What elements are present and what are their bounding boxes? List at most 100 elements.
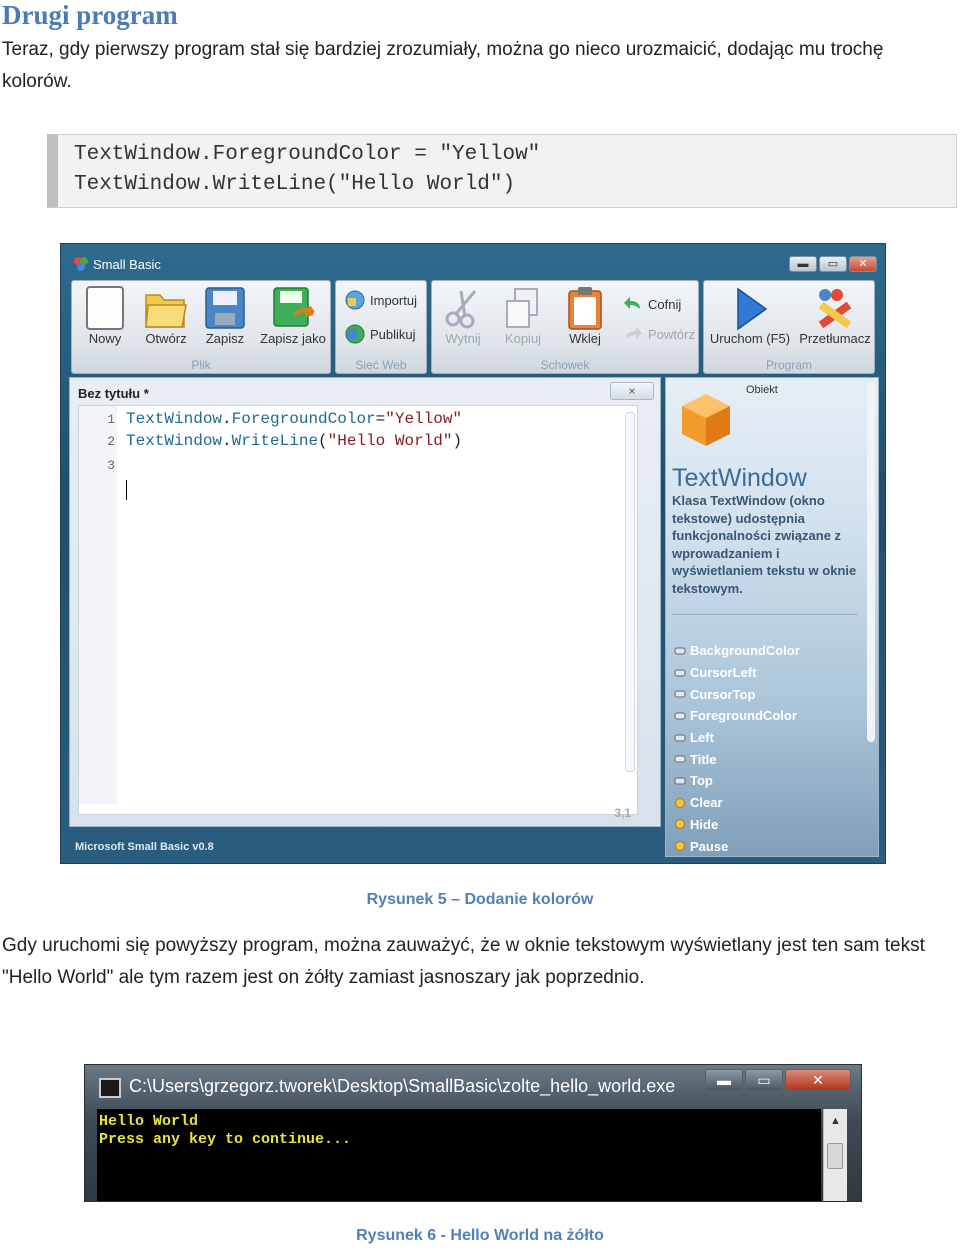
code-operator: . xyxy=(222,432,232,450)
help-member-item[interactable]: Top xyxy=(674,770,800,792)
section-heading: Drugi program xyxy=(2,0,178,30)
code-operator: ( xyxy=(318,432,328,450)
save-disk-icon xyxy=(205,287,245,329)
clipboard-icon xyxy=(568,287,602,330)
save-as-button[interactable]: Zapisz jako xyxy=(258,285,328,346)
ribbon-group-file: Nowy Otwórz Zapisz Zapisz jako Plik xyxy=(71,280,331,374)
publish-button[interactable]: Publikuj xyxy=(344,323,416,345)
property-icon xyxy=(674,647,686,655)
help-member-item[interactable]: CursorTop xyxy=(674,683,800,705)
ribbon-group-clipboard: Wytnij Kopiuj Wklej Cofnij Powtórz Schow… xyxy=(431,280,699,374)
line-number: 3 xyxy=(107,458,115,473)
small-basic-window: Small Basic ▬ ▭ ✕ Nowy Otwórz Zapisz Zap… xyxy=(60,243,886,864)
run-play-icon xyxy=(737,287,768,331)
help-member-item[interactable]: Pause xyxy=(674,835,800,857)
property-icon xyxy=(674,712,686,720)
editor-code-line-1: TextWindow.ForegroundColor="Yellow" xyxy=(126,410,462,428)
code-string: "Yellow" xyxy=(385,410,463,428)
save-as-icon xyxy=(273,287,315,327)
help-member-item[interactable]: Clear xyxy=(674,792,800,814)
line-number-gutter: 1 2 3 xyxy=(79,406,117,804)
member-name: Title xyxy=(690,751,717,767)
console-maximize-button[interactable]: ▭ xyxy=(745,1069,783,1091)
import-button[interactable]: Importuj xyxy=(344,289,417,311)
help-member-item[interactable]: CursorLeft xyxy=(674,662,800,684)
member-name: Top xyxy=(690,773,713,789)
editor-window: Bez tytułu * × 1 2 3 TextWindow.Foregrou… xyxy=(69,377,661,827)
redo-arrow-icon xyxy=(626,327,642,339)
help-scrollbar[interactable] xyxy=(867,382,875,742)
scroll-up-icon[interactable]: ▲ xyxy=(830,1115,841,1127)
editor-scrollbar[interactable] xyxy=(625,412,635,772)
save-as-label: Zapisz jako xyxy=(260,331,326,346)
member-name: CursorLeft xyxy=(690,665,757,681)
console-output: Hello World Press any key to continue... xyxy=(97,1109,821,1201)
maximize-button[interactable]: ▭ xyxy=(819,256,847,272)
property-icon xyxy=(674,777,686,785)
property-icon xyxy=(674,690,686,698)
console-close-button[interactable]: ✕ xyxy=(785,1069,851,1091)
code-object: TextWindow xyxy=(126,410,223,428)
member-name: ForegroundColor xyxy=(690,708,797,724)
code-string: "Hello World" xyxy=(327,432,453,450)
new-button[interactable]: Nowy xyxy=(80,285,130,346)
ribbon-group-web: Importuj Publikuj Sieć Web xyxy=(335,280,427,374)
small-basic-logo-icon xyxy=(74,257,88,271)
member-name: Clear xyxy=(690,795,723,811)
document-close-button[interactable]: × xyxy=(610,382,654,400)
help-title: TextWindow xyxy=(672,464,807,492)
undo-button[interactable]: Cofnij xyxy=(622,293,681,315)
method-gear-icon xyxy=(675,797,685,808)
method-gear-icon xyxy=(675,819,685,830)
copy-icon xyxy=(506,288,538,328)
console-minimize-button[interactable]: ▬ xyxy=(705,1069,743,1091)
open-button[interactable]: Otwórz xyxy=(138,285,194,346)
help-member-item[interactable]: ForegroundColor xyxy=(674,705,800,727)
console-scrollbar[interactable]: ▲ xyxy=(823,1109,847,1201)
code-object: TextWindow xyxy=(126,432,223,450)
code-method: WriteLine xyxy=(231,432,319,450)
result-paragraph: Gdy uruchomi się powyższy program, można… xyxy=(2,935,925,988)
translator-button[interactable]: Przetłumacz xyxy=(796,285,874,346)
minimize-button[interactable]: ▬ xyxy=(789,256,817,272)
open-label: Otwórz xyxy=(145,331,187,346)
close-button[interactable]: ✕ xyxy=(849,256,877,272)
console-app-icon xyxy=(99,1078,121,1098)
scroll-thumb[interactable] xyxy=(827,1143,843,1169)
window-titlebar: Small Basic xyxy=(71,254,877,276)
group-label-program: Program xyxy=(765,358,812,372)
copy-button[interactable]: Kopiuj xyxy=(498,285,548,346)
document-title: Bez tytułu * xyxy=(78,386,149,401)
help-member-item[interactable]: BackgroundColor xyxy=(674,640,800,662)
translator-icon xyxy=(818,289,852,329)
paste-button[interactable]: Wklej xyxy=(560,285,610,346)
new-file-icon xyxy=(86,286,124,330)
status-bar: Microsoft Small Basic v0.8 xyxy=(75,841,214,853)
group-label-file: Plik xyxy=(191,358,211,372)
help-member-item[interactable]: Hide xyxy=(674,814,800,836)
member-name: BackgroundColor xyxy=(690,643,800,659)
ribbon: Nowy Otwórz Zapisz Zapisz jako Plik Impo… xyxy=(71,280,877,374)
help-divider xyxy=(672,614,858,615)
save-button[interactable]: Zapisz xyxy=(200,285,250,346)
help-member-item[interactable]: Title xyxy=(674,748,800,770)
text-cursor xyxy=(126,480,127,500)
run-button[interactable]: Uruchom (F5) xyxy=(706,285,794,346)
code-editor[interactable]: 1 2 3 TextWindow.ForegroundColor="Yellow… xyxy=(78,405,638,820)
member-name: Hide xyxy=(690,816,719,832)
group-label-clipboard: Schowek xyxy=(540,358,590,372)
help-panel: Obiekt TextWindow Klasa TextWindow (okno… xyxy=(665,377,879,857)
cut-button[interactable]: Wytnij xyxy=(438,285,488,346)
ribbon-group-program: Uruchom (F5) Przetłumacz Program xyxy=(703,280,875,374)
publish-globe-icon xyxy=(345,324,365,344)
translator-label: Przetłumacz xyxy=(799,331,871,346)
object-cube-icon xyxy=(682,394,730,446)
redo-button[interactable]: Powtórz xyxy=(622,323,695,345)
window-title: Small Basic xyxy=(93,257,161,272)
cursor-position: 3,1 xyxy=(614,806,631,820)
group-label-web: Sieć Web xyxy=(355,358,407,372)
code-line-2: TextWindow.WriteLine("Hello World") xyxy=(74,173,516,196)
editor-code-line-2: TextWindow.WriteLine("Hello World") xyxy=(126,432,462,450)
run-label: Uruchom (F5) xyxy=(709,331,791,346)
help-member-item[interactable]: Left xyxy=(674,727,800,749)
